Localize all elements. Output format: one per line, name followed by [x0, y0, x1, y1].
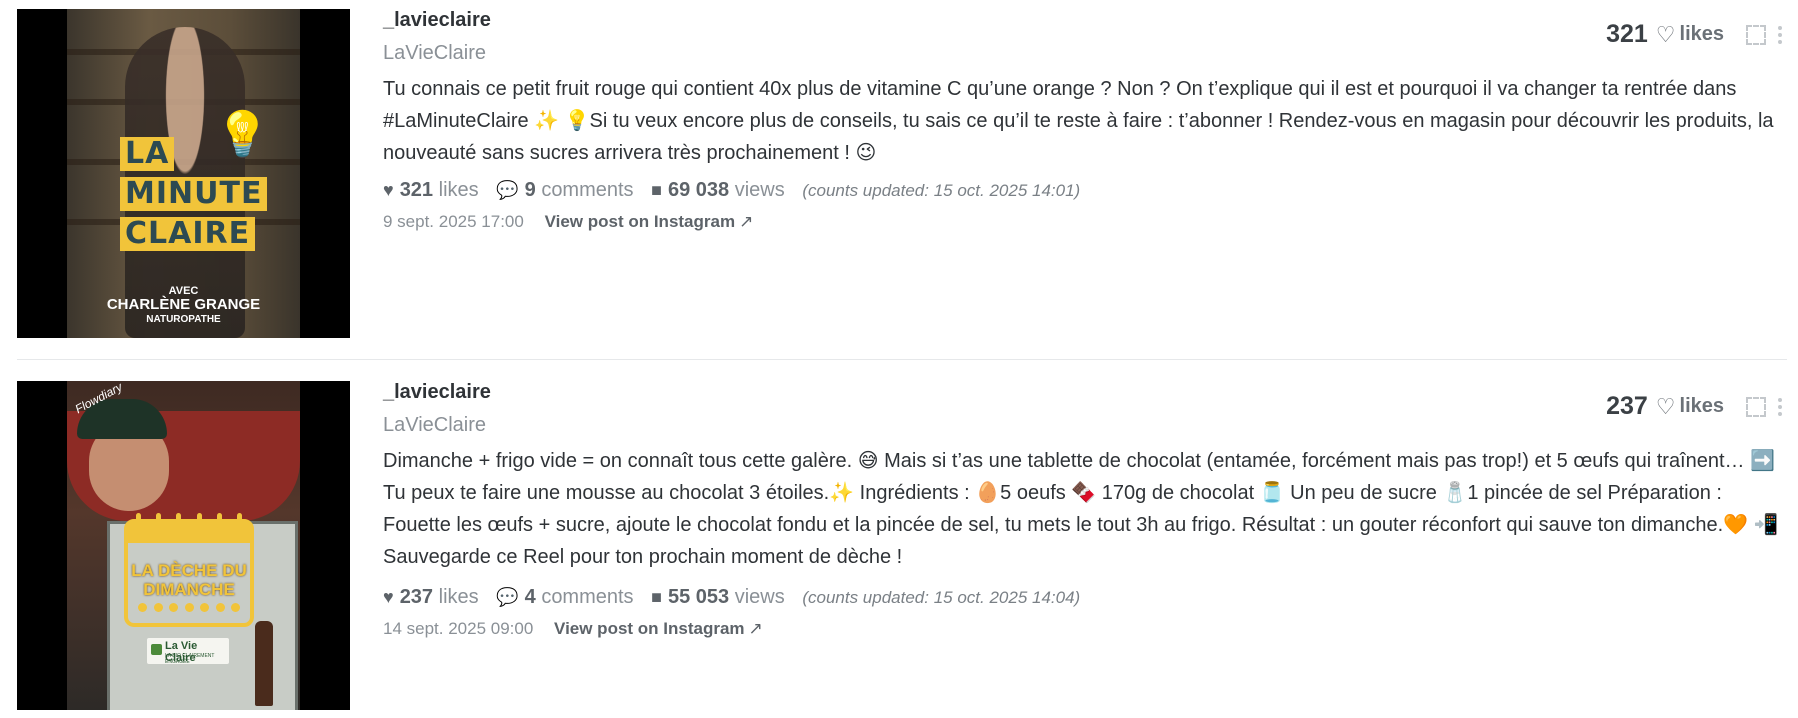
counts-updated: (counts updated: 15 oct. 2025 14:04) — [802, 588, 1081, 607]
comments-stat: 💬 4 comments — [496, 586, 639, 608]
post-date: 14 sept. 2025 09:00 — [383, 619, 534, 638]
top-likes-label: likes — [1679, 23, 1724, 45]
top-likes-count: 237 — [1606, 392, 1648, 420]
thumbnail-image: 💡 LA MINUTE CLAIRE AVEC CHARLÈNE GRANGE … — [67, 9, 300, 338]
likes-stat: ♥ 237 likes — [383, 586, 484, 608]
post-meta: 9 sept. 2025 17:00 View post on Instagra… — [383, 210, 753, 234]
post-actions: 321 ♡ likes — [1606, 20, 1782, 49]
top-likes-count: 321 — [1606, 20, 1648, 48]
view-on-instagram-link[interactable]: View post on Instagram ↗ — [545, 212, 754, 231]
thumbnail-title: LA MINUTE CLAIRE — [120, 137, 290, 257]
comment-icon: 💬 — [496, 180, 519, 200]
more-vertical-icon[interactable] — [1778, 25, 1782, 44]
post-thumbnail[interactable]: 💡 LA MINUTE CLAIRE AVEC CHARLÈNE GRANGE … — [17, 9, 350, 338]
view-on-instagram-link[interactable]: View post on Instagram ↗ — [554, 619, 763, 638]
thumbnail-image: Flowdiary LA DÈCHE DU DIMANCHE La Vie Cl… — [67, 381, 300, 710]
views-stat: ■ 55 053 views — [651, 586, 790, 608]
post-date: 9 sept. 2025 17:00 — [383, 212, 524, 231]
post-feed: 💡 LA MINUTE CLAIRE AVEC CHARLÈNE GRANGE … — [0, 0, 1798, 718]
counts-updated: (counts updated: 15 oct. 2025 14:01) — [802, 181, 1081, 200]
comment-icon: 💬 — [496, 587, 519, 607]
brand-logo: La Vie Claire LA BIO CLAIREMENT ENGAGÉE — [147, 638, 229, 665]
post-stats: ♥ 237 likes 💬 4 comments ■ 55 053 views (co… — [383, 583, 1080, 612]
top-likes-label: likes — [1679, 395, 1724, 417]
post-divider — [17, 359, 1787, 360]
expand-icon[interactable] — [1746, 396, 1766, 417]
likes-stat: ♥ 321 likes — [383, 179, 484, 201]
display-name: LaVieClaire — [383, 414, 487, 436]
display-name: LaVieClaire — [383, 42, 487, 64]
calendar-icon: LA DÈCHE DU DIMANCHE — [124, 513, 254, 627]
post-card: 💡 LA MINUTE CLAIRE AVEC CHARLÈNE GRANGE … — [0, 0, 1790, 360]
video-camera-icon: ■ — [651, 587, 662, 607]
post-stats: ♥ 321 likes 💬 9 comments ■ 69 038 views (co… — [383, 176, 1080, 205]
username[interactable]: _lavieclaire — [383, 7, 491, 33]
username[interactable]: _lavieclaire — [383, 379, 491, 405]
comments-stat: 💬 9 comments — [496, 179, 639, 201]
external-link-icon: ↗ — [748, 619, 763, 638]
thumbnail-subtitle: AVEC CHARLÈNE GRANGE NATUROPATHE — [106, 285, 261, 325]
post-caption: Dimanche + frigo vide = on connaît tous … — [383, 450, 1779, 568]
post-caption: Tu connais ce petit fruit rouge qui cont… — [383, 78, 1774, 164]
heart-icon: ♥ — [383, 180, 394, 200]
views-stat: ■ 69 038 views — [651, 179, 790, 201]
expand-icon[interactable] — [1746, 24, 1766, 45]
heart-icon: ♥ — [383, 587, 394, 607]
post-meta: 14 sept. 2025 09:00 View post on Instagr… — [383, 617, 763, 641]
post-actions: 237 ♡ likes — [1606, 392, 1782, 421]
heart-outline-icon[interactable]: ♡ — [1656, 22, 1676, 48]
heart-outline-icon[interactable]: ♡ — [1656, 394, 1676, 420]
post-card: Flowdiary LA DÈCHE DU DIMANCHE La Vie Cl… — [0, 372, 1790, 718]
external-link-icon: ↗ — [739, 212, 754, 231]
thumbnail-title: LA DÈCHE DU DIMANCHE — [131, 561, 247, 599]
more-vertical-icon[interactable] — [1778, 397, 1782, 416]
video-camera-icon: ■ — [651, 180, 662, 200]
post-thumbnail[interactable]: Flowdiary LA DÈCHE DU DIMANCHE La Vie Cl… — [17, 381, 350, 710]
